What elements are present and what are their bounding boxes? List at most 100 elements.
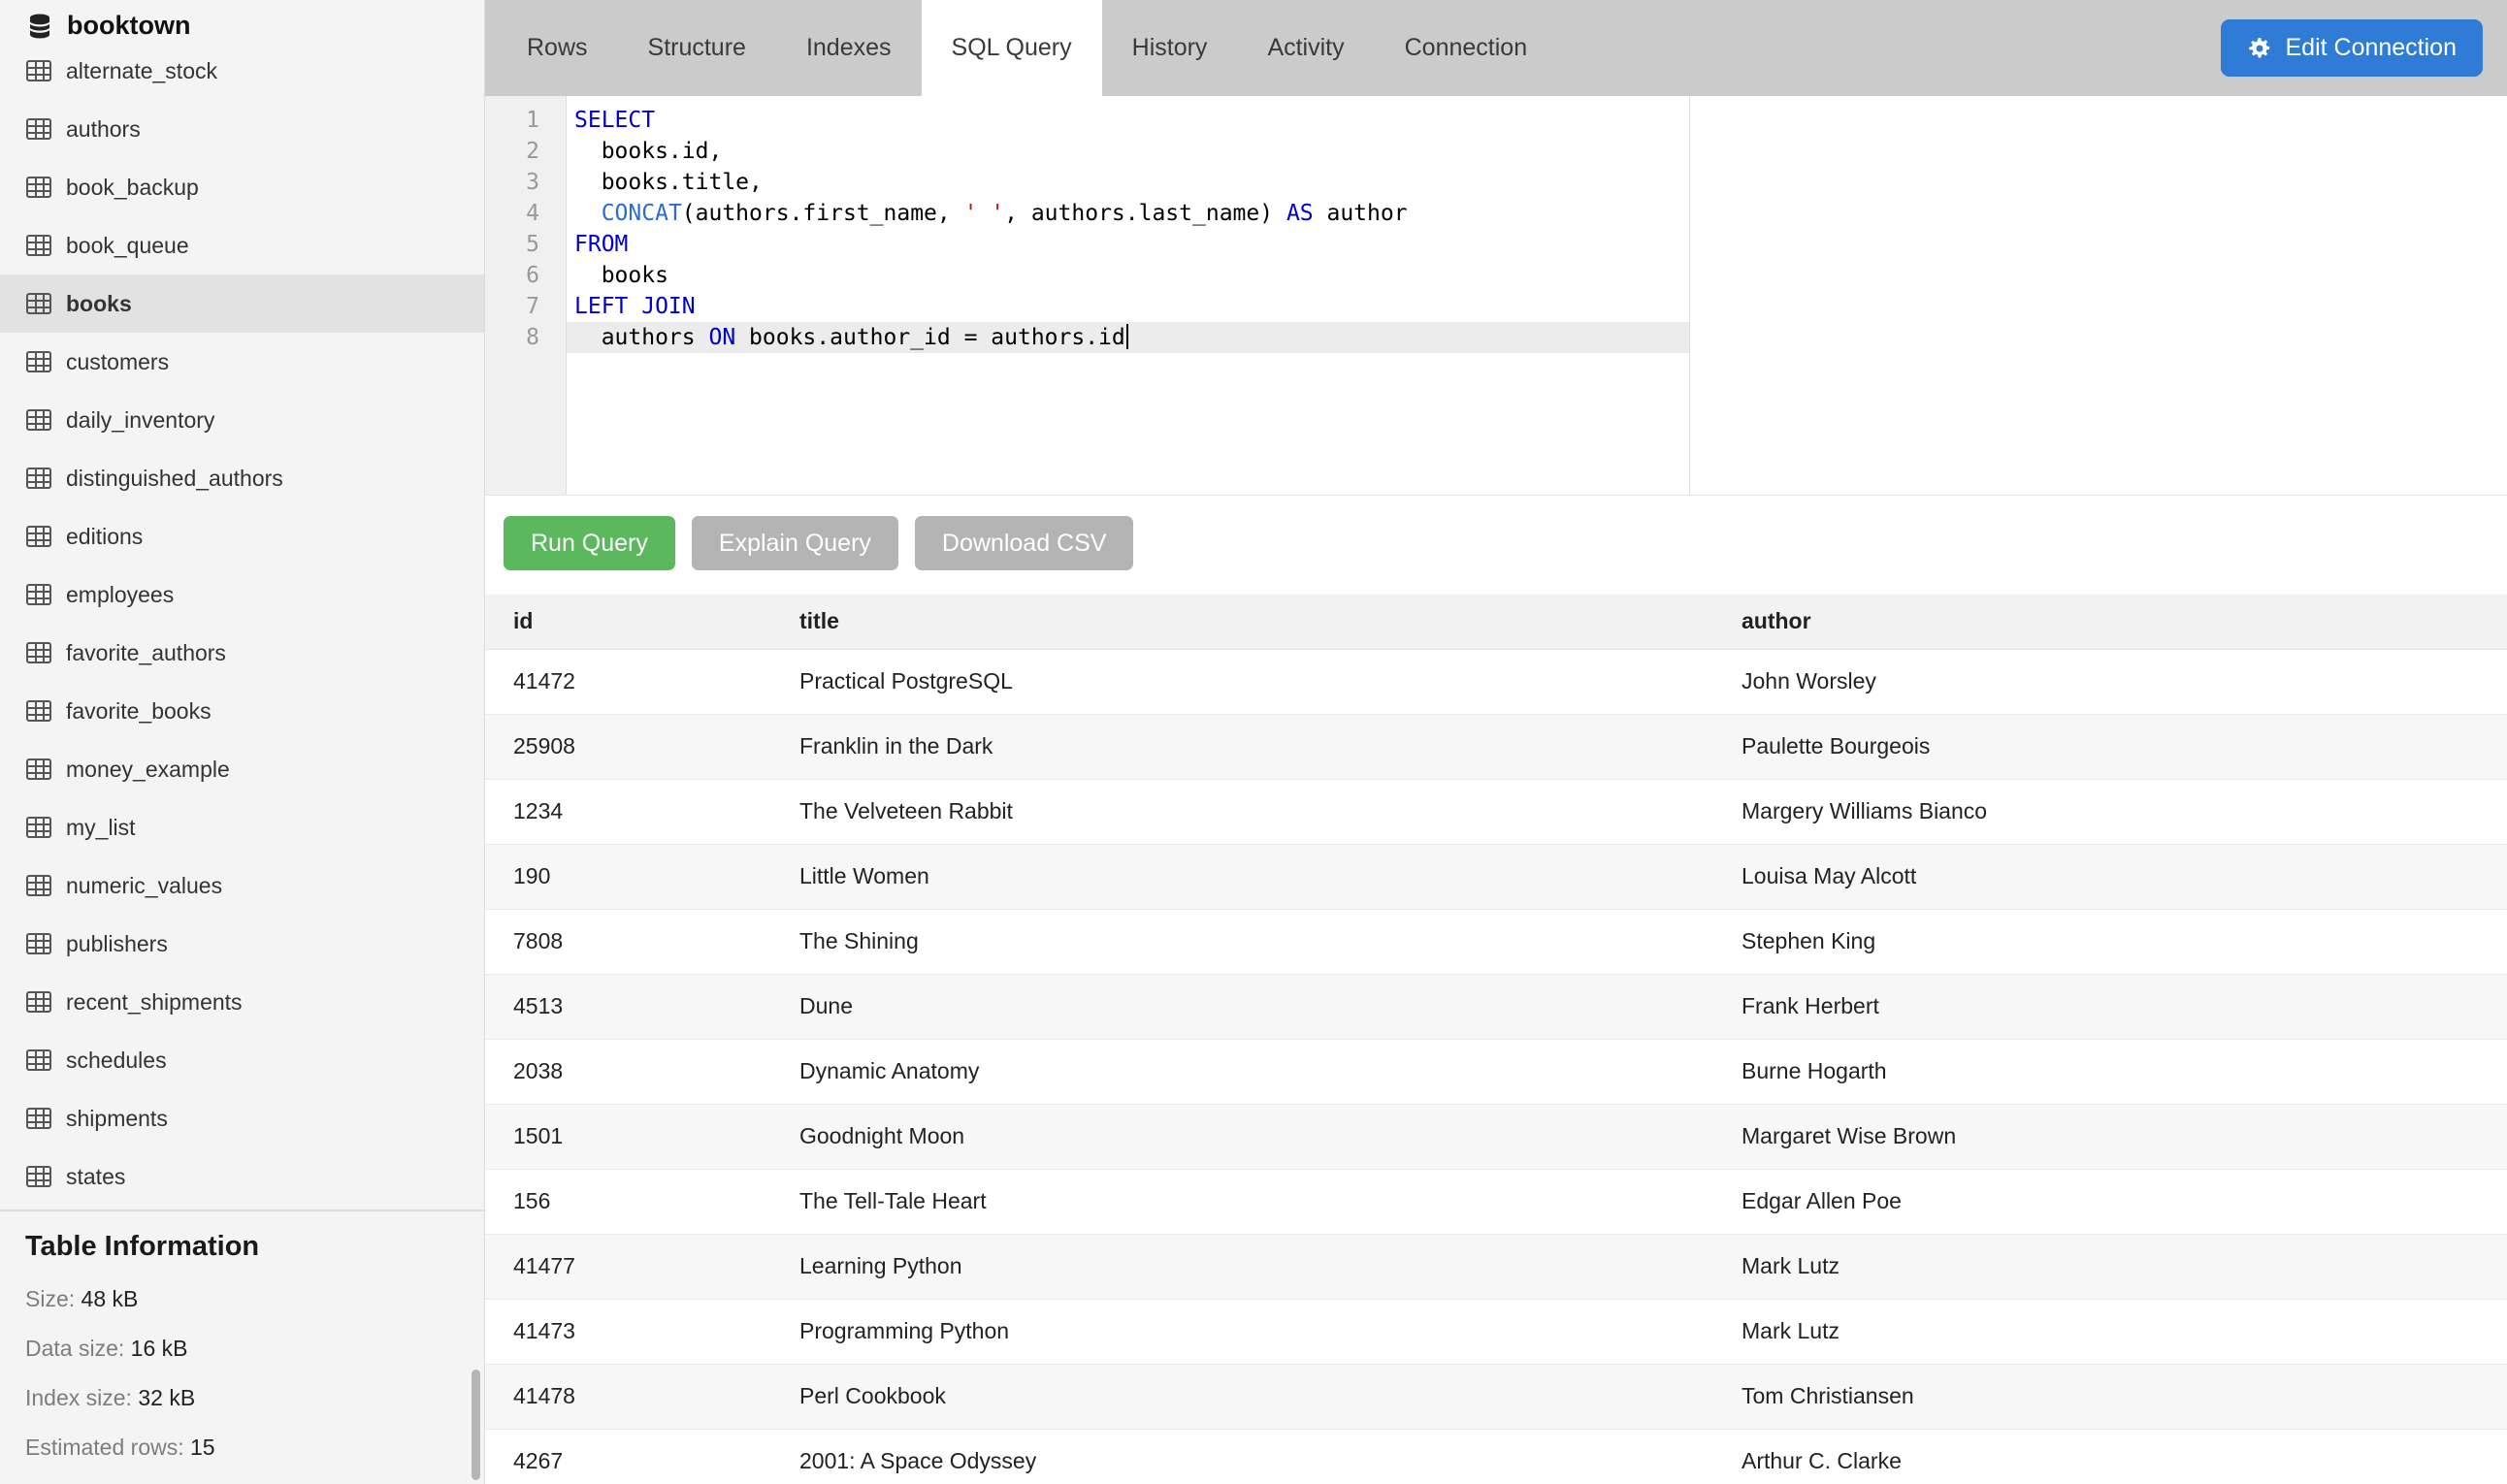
table-name-label: recent_shipments	[66, 989, 243, 1016]
sidebar-item-recent_shipments[interactable]: recent_shipments	[0, 973, 484, 1031]
table-icon	[26, 118, 51, 140]
table-row[interactable]: 41477Learning PythonMark Lutz	[485, 1234, 2507, 1299]
results-body: 41472Practical PostgreSQLJohn Worsley259…	[485, 649, 2507, 1484]
table-row[interactable]: 25908Franklin in the DarkPaulette Bourge…	[485, 714, 2507, 779]
sidebar-item-customers[interactable]: customers	[0, 333, 484, 391]
table-name-label: favorite_authors	[66, 640, 226, 666]
sidebar-item-books[interactable]: books	[0, 274, 484, 333]
table-icon	[26, 875, 51, 896]
sidebar-item-favorite_books[interactable]: favorite_books	[0, 682, 484, 740]
download-csv-button[interactable]: Download CSV	[915, 516, 1134, 570]
table-icon	[26, 177, 51, 198]
cell: Dune	[771, 974, 1713, 1039]
tab-indexes[interactable]: Indexes	[776, 0, 922, 96]
table-name-label: states	[66, 1164, 125, 1190]
sidebar-scrollbar[interactable]	[472, 1370, 480, 1480]
sql-editor-code[interactable]: SELECT books.id, books.title, CONCAT(aut…	[567, 96, 1690, 495]
cell: Margery Williams Bianco	[1713, 779, 2507, 844]
table-row[interactable]: 7808The ShiningStephen King	[485, 909, 2507, 974]
table-row[interactable]: 190Little WomenLouisa May Alcott	[485, 844, 2507, 909]
sidebar-item-favorite_authors[interactable]: favorite_authors	[0, 624, 484, 682]
sidebar-item-my_list[interactable]: my_list	[0, 798, 484, 856]
sidebar-item-book_queue[interactable]: book_queue	[0, 216, 484, 274]
code-line[interactable]: books	[567, 260, 1689, 291]
code-line[interactable]: books.title,	[567, 167, 1689, 198]
cell: 4267	[485, 1429, 771, 1484]
sidebar-item-numeric_values[interactable]: numeric_values	[0, 856, 484, 915]
cell: 41477	[485, 1234, 771, 1299]
code-line[interactable]: CONCAT(authors.first_name, ' ', authors.…	[567, 198, 1689, 229]
tab-rows[interactable]: Rows	[497, 0, 618, 96]
table-info-rows: Size: 48 kBData size: 16 kBIndex size: 3…	[25, 1286, 459, 1461]
code-line[interactable]: FROM	[567, 229, 1689, 260]
table-row[interactable]: 42672001: A Space OdysseyArthur C. Clark…	[485, 1429, 2507, 1484]
code-line[interactable]: SELECT	[567, 105, 1689, 136]
table-row[interactable]: 2038Dynamic AnatomyBurne Hogarth	[485, 1039, 2507, 1104]
sidebar-item-alternate_stock[interactable]: alternate_stock	[0, 42, 484, 100]
column-header-title[interactable]: title	[771, 595, 1713, 649]
explain-query-button[interactable]: Explain Query	[692, 516, 898, 570]
sidebar-item-money_example[interactable]: money_example	[0, 740, 484, 798]
table-icon	[26, 235, 51, 256]
database-name: booktown	[67, 11, 190, 41]
sidebar-item-shipments[interactable]: shipments	[0, 1089, 484, 1147]
table-name-label: numeric_values	[66, 873, 222, 899]
sidebar-item-daily_inventory[interactable]: daily_inventory	[0, 391, 484, 449]
sidebar-header: booktown	[0, 0, 484, 42]
code-line[interactable]: authors ON books.author_id = authors.id	[567, 322, 1689, 353]
run-query-button[interactable]: Run Query	[504, 516, 675, 570]
tab-sql-query[interactable]: SQL Query	[922, 0, 1102, 96]
sidebar-item-publishers[interactable]: publishers	[0, 915, 484, 973]
sidebar-item-authors[interactable]: authors	[0, 100, 484, 158]
sidebar-item-schedules[interactable]: schedules	[0, 1031, 484, 1089]
table-information-title: Table Information	[25, 1231, 459, 1263]
table-name-label: customers	[66, 349, 169, 375]
table-name-label: editions	[66, 524, 143, 550]
tab-connection[interactable]: Connection	[1375, 0, 1557, 96]
sql-editor: 12345678 SELECT books.id, books.title, C…	[485, 96, 2507, 496]
table-row[interactable]: 1501Goodnight MoonMargaret Wise Brown	[485, 1104, 2507, 1169]
tab-activity[interactable]: Activity	[1237, 0, 1374, 96]
tab-history[interactable]: History	[1102, 0, 1238, 96]
table-row[interactable]: 4513DuneFrank Herbert	[485, 974, 2507, 1039]
cell: 156	[485, 1169, 771, 1234]
code-line[interactable]: LEFT JOIN	[567, 291, 1689, 322]
table-name-label: alternate_stock	[66, 58, 217, 84]
sidebar-item-editions[interactable]: editions	[0, 507, 484, 565]
text-cursor	[1126, 324, 1128, 349]
table-name-label: book_backup	[66, 175, 199, 201]
sidebar-item-employees[interactable]: employees	[0, 565, 484, 624]
editor-gutter: 12345678	[485, 96, 567, 495]
table-icon	[26, 817, 51, 838]
cell: John Worsley	[1713, 649, 2507, 714]
column-header-id[interactable]: id	[485, 595, 771, 649]
table-icon	[26, 526, 51, 547]
code-line[interactable]: books.id,	[567, 136, 1689, 167]
table-row[interactable]: 41472Practical PostgreSQLJohn Worsley	[485, 649, 2507, 714]
column-header-author[interactable]: author	[1713, 595, 2507, 649]
table-name-label: publishers	[66, 931, 168, 957]
table-icon	[26, 584, 51, 605]
sidebar-item-states[interactable]: states	[0, 1147, 484, 1206]
cell: Learning Python	[771, 1234, 1713, 1299]
tab-bar: RowsStructureIndexesSQL QueryHistoryActi…	[485, 0, 2507, 96]
line-number: 6	[485, 260, 566, 291]
gear-icon	[2247, 36, 2272, 61]
edit-connection-button[interactable]: Edit Connection	[2221, 19, 2483, 77]
table-name-label: authors	[66, 116, 141, 143]
sidebar-item-book_backup[interactable]: book_backup	[0, 158, 484, 216]
query-actions: Run Query Explain Query Download CSV	[504, 516, 2507, 570]
table-row[interactable]: 1234The Velveteen RabbitMargery Williams…	[485, 779, 2507, 844]
tab-structure[interactable]: Structure	[618, 0, 776, 96]
line-number: 7	[485, 291, 566, 322]
table-row[interactable]: 156The Tell-Tale HeartEdgar Allen Poe	[485, 1169, 2507, 1234]
table-row[interactable]: 41478Perl CookbookTom Christiansen	[485, 1364, 2507, 1429]
table-icon	[26, 468, 51, 489]
table-row[interactable]: 41473Programming PythonMark Lutz	[485, 1299, 2507, 1364]
cell: Goodnight Moon	[771, 1104, 1713, 1169]
sidebar-item-distinguished_authors[interactable]: distinguished_authors	[0, 449, 484, 507]
table-icon	[26, 351, 51, 372]
table-icon	[26, 991, 51, 1013]
cell: Paulette Bourgeois	[1713, 714, 2507, 779]
cell: The Tell-Tale Heart	[771, 1169, 1713, 1234]
